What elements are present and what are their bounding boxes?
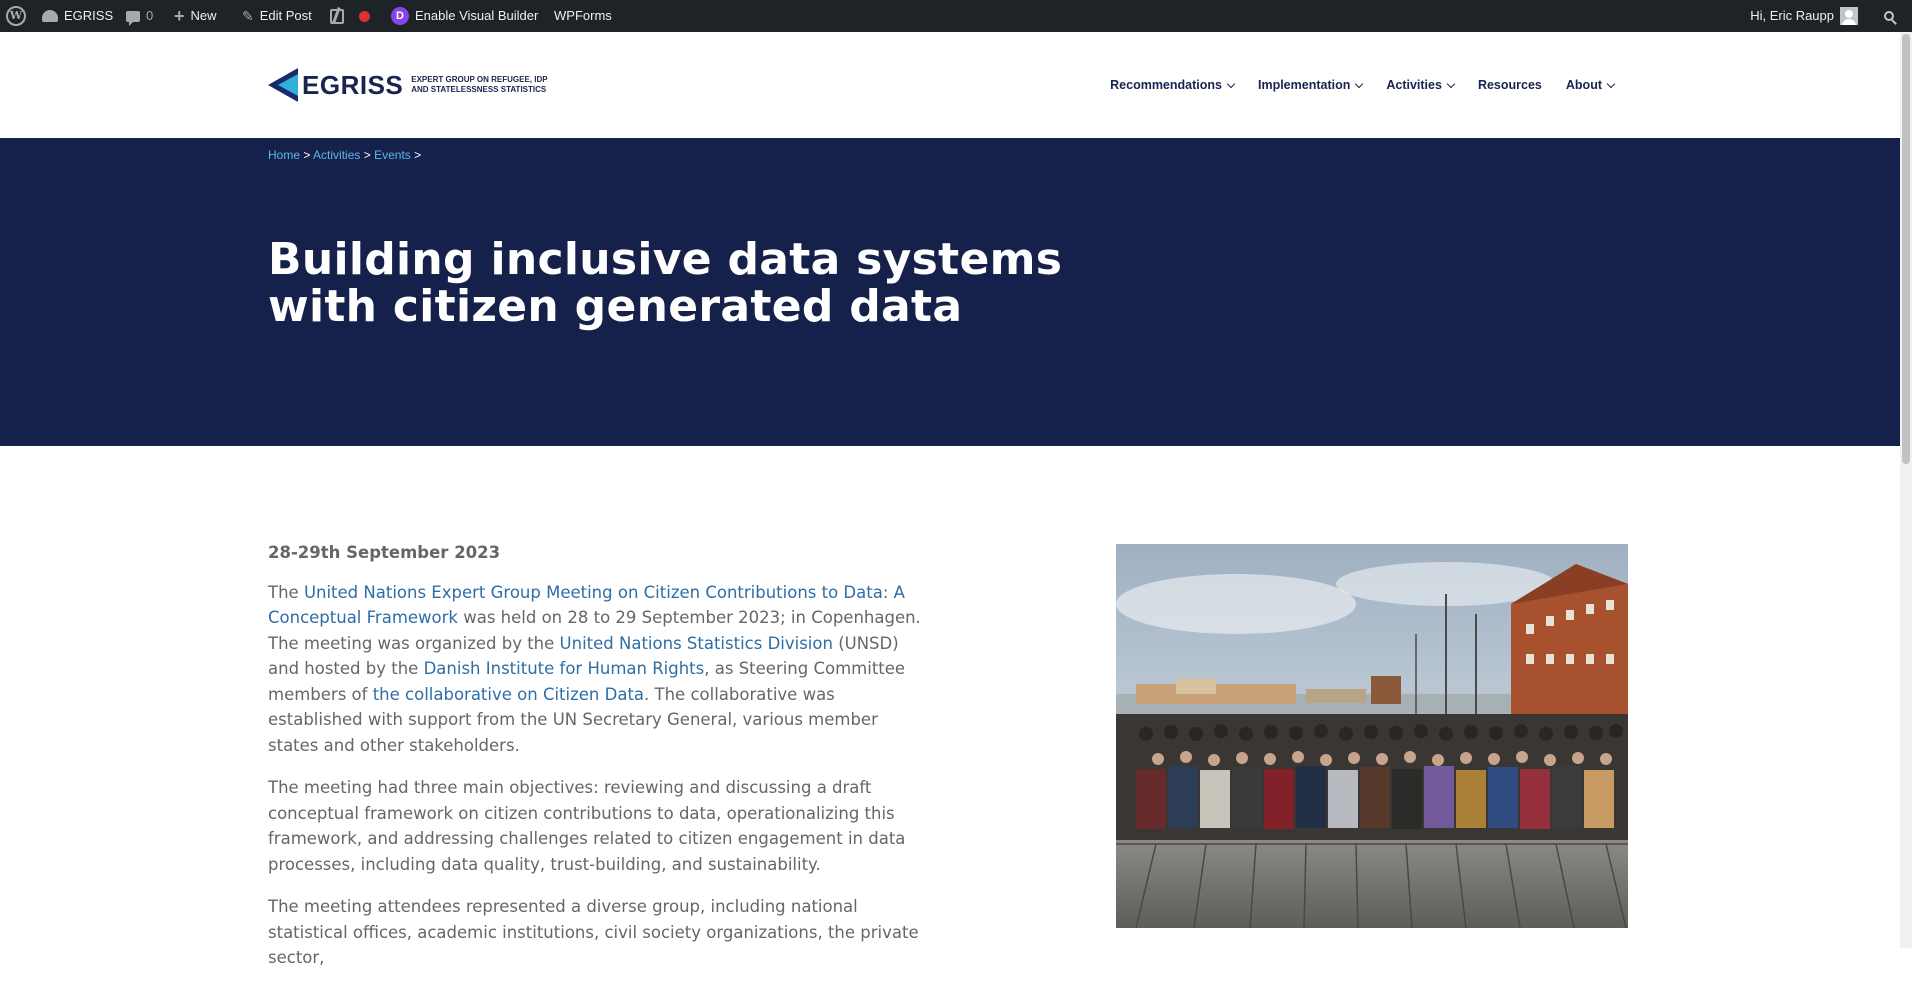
seo-menu[interactable] — [330, 0, 344, 32]
logo-tagline-line-1: EXPERT GROUP ON REFUGEE, IDP — [411, 75, 548, 84]
edit-post-label: Edit Post — [259, 8, 312, 23]
breadcrumb-separator: > — [303, 148, 311, 162]
dashboard-icon — [42, 10, 58, 22]
nav-about[interactable]: About — [1565, 78, 1616, 92]
chevron-down-icon — [1446, 79, 1456, 88]
link-danish-institute[interactable]: Danish Institute for Human Rights — [424, 659, 705, 678]
wordpress-menu[interactable]: W — [6, 0, 26, 32]
chevron-down-icon — [1226, 79, 1236, 88]
event-date: 28-29th September 2023 — [268, 543, 501, 562]
site-logo[interactable]: EGRISS EXPERT GROUP ON REFUGEE, IDP AND … — [268, 68, 548, 102]
nav-activities[interactable]: Activities — [1386, 78, 1456, 92]
breadcrumb-events[interactable]: Events — [374, 148, 411, 162]
site-name: EGRISS — [64, 8, 114, 23]
admin-search[interactable] — [1884, 0, 1894, 32]
wordpress-logo-icon[interactable]: W — [6, 6, 26, 26]
nav-label: Activities — [1386, 78, 1442, 92]
seo-status[interactable] — [359, 0, 370, 32]
breadcrumb-separator: > — [414, 148, 422, 162]
avatar — [1840, 7, 1858, 25]
post-content: 28-29th September 2023 The United Nation… — [268, 540, 928, 988]
new-content-button[interactable]: + New — [174, 0, 217, 32]
logo-tagline: EXPERT GROUP ON REFUGEE, IDP AND STATELE… — [411, 75, 547, 95]
edit-post-button[interactable]: ✎ Edit Post — [242, 0, 312, 32]
page-title: Building inclusive data systems with cit… — [268, 234, 1063, 332]
nav-label: About — [1565, 78, 1602, 92]
comments-count: 0 — [146, 8, 154, 23]
comment-icon — [126, 10, 140, 26]
breadcrumb-home[interactable]: Home — [268, 148, 300, 162]
page-hero: Home > Activities > Events > Building in… — [0, 138, 1900, 446]
nav-implementation[interactable]: Implementation — [1257, 78, 1364, 92]
breadcrumb: Home > Activities > Events > — [268, 148, 421, 162]
visual-builder-button[interactable]: D Enable Visual Builder — [391, 0, 538, 32]
logo-tagline-line-2: AND STATELESSNESS STATISTICS — [411, 85, 547, 94]
link-unsd[interactable]: United Nations Statistics Division — [560, 634, 833, 653]
plus-icon: + — [174, 6, 185, 26]
yoast-icon — [330, 8, 344, 24]
search-icon[interactable] — [1884, 11, 1894, 21]
group-photo — [1116, 544, 1628, 928]
main-navigation: Recommendations Implementation Activitie… — [1110, 32, 1616, 138]
paragraph-intro: The United Nations Expert Group Meeting … — [268, 580, 928, 759]
nav-label: Recommendations — [1110, 78, 1222, 92]
group-photo-image — [1116, 544, 1628, 928]
wpforms-menu[interactable]: WPForms — [554, 0, 612, 32]
wpforms-label: WPForms — [554, 8, 612, 23]
chevron-down-icon — [1606, 79, 1616, 88]
divi-icon: D — [391, 7, 409, 25]
paragraph-objectives: The meeting had three main objectives: r… — [268, 778, 906, 874]
egriss-logo-mark-icon — [268, 68, 298, 102]
nav-label: Resources — [1477, 78, 1542, 92]
site-name-link[interactable]: EGRISS — [42, 0, 113, 32]
pencil-icon: ✎ — [242, 8, 254, 24]
nav-recommendations[interactable]: Recommendations — [1110, 78, 1236, 92]
nav-resources[interactable]: Resources — [1478, 78, 1542, 92]
wp-admin-bar: W EGRISS 0 + New ✎ Edit Post D Enable Vi… — [0, 0, 1912, 32]
paragraph-attendees: The meeting attendees represented a dive… — [268, 897, 919, 967]
text-segment: The — [268, 582, 304, 602]
breadcrumb-separator: > — [363, 148, 371, 162]
breadcrumb-activities[interactable]: Activities — [313, 148, 360, 162]
status-dot-icon — [359, 10, 370, 22]
page-scrollbar[interactable] — [1900, 32, 1912, 948]
site-header: EGRISS EXPERT GROUP ON REFUGEE, IDP AND … — [0, 32, 1900, 138]
visual-builder-label: Enable Visual Builder — [415, 8, 539, 23]
new-label: New — [190, 8, 217, 23]
chevron-down-icon — [1355, 79, 1364, 88]
account-menu[interactable]: Hi, Eric Raupp — [1750, 0, 1858, 32]
account-greeting: Hi, Eric Raupp — [1750, 8, 1834, 23]
scrollbar-thumb[interactable] — [1902, 34, 1910, 464]
link-collaborative-citizen-data[interactable]: the collaborative on Citizen Data — [373, 685, 644, 704]
logo-wordmark: EGRISS — [302, 69, 404, 100]
comments-link[interactable]: 0 — [126, 0, 153, 32]
nav-label: Implementation — [1257, 78, 1351, 92]
